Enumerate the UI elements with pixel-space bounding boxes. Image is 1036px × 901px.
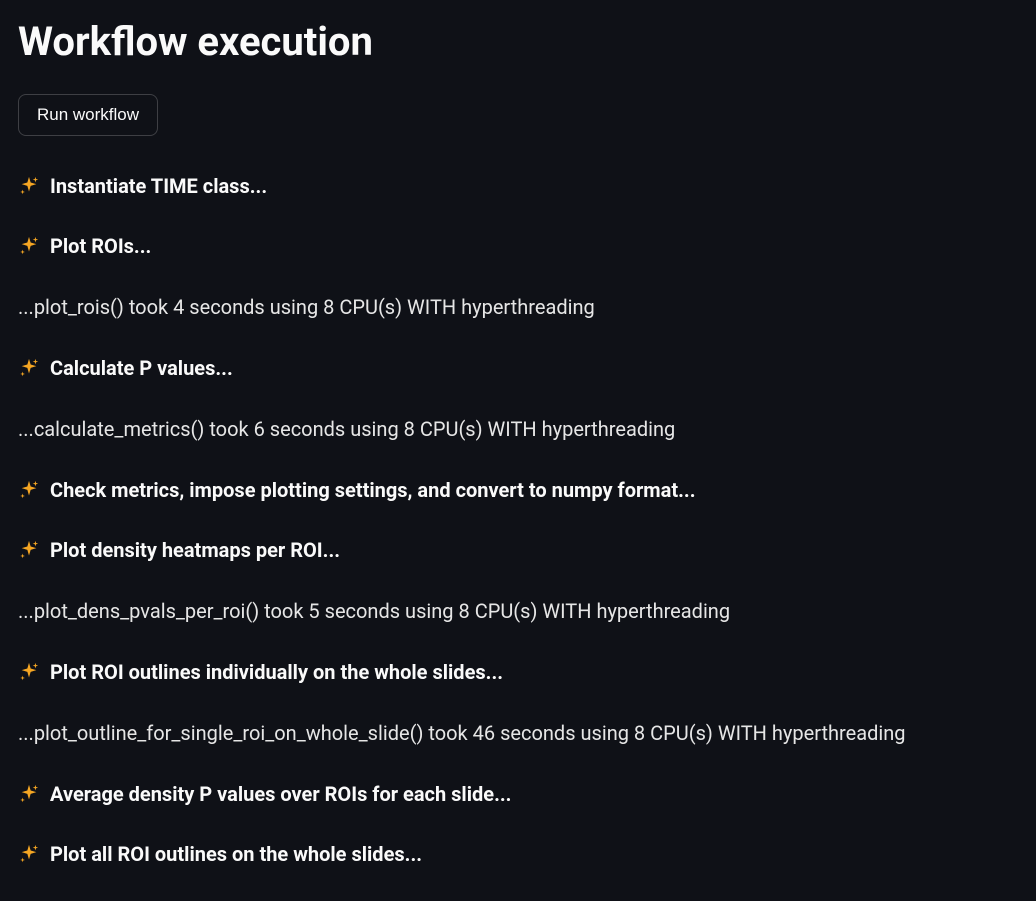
log-entry: Plot density heatmaps per ROI... [18,536,1018,564]
log-entry: ...plot_outline_for_single_roi_on_whole_… [18,718,1018,748]
log-entry: Calculate P values... [18,354,1018,382]
log-entry: Plot ROIs... [18,232,1018,260]
page-title: Workflow execution [18,18,1018,66]
step-label: Average density P values over ROIs for e… [50,780,511,808]
step-label: Instantiate TIME class... [50,172,267,200]
step-label: Plot ROIs... [50,232,151,260]
timing-output: ...plot_dens_pvals_per_roi() took 5 seco… [18,596,1018,626]
sparkle-icon [18,235,40,257]
sparkle-icon [18,175,40,197]
step-label: Plot density heatmaps per ROI... [50,536,340,564]
log-entry: ...calculate_metrics() took 6 seconds us… [18,414,1018,444]
sparkle-icon [18,783,40,805]
log-entry: Instantiate TIME class... [18,172,1018,200]
step-label: Check metrics, impose plotting settings,… [50,476,696,504]
timing-output: ...plot_rois() took 4 seconds using 8 CP… [18,292,1018,322]
workflow-step: Average density P values over ROIs for e… [18,780,1018,808]
step-label: Plot ROI outlines individually on the wh… [50,658,503,686]
step-label: Calculate P values... [50,354,233,382]
workflow-step: Instantiate TIME class... [18,172,1018,200]
sparkle-icon [18,843,40,865]
workflow-log: Instantiate TIME class... Plot ROIs......… [18,172,1018,868]
log-entry: ...plot_dens_pvals_per_roi() took 5 seco… [18,596,1018,626]
log-entry: Average density P values over ROIs for e… [18,780,1018,808]
timing-output: ...calculate_metrics() took 6 seconds us… [18,414,1018,444]
sparkle-icon [18,661,40,683]
step-label: Plot all ROI outlines on the whole slide… [50,840,422,868]
log-entry: Check metrics, impose plotting settings,… [18,476,1018,504]
log-entry: Plot ROI outlines individually on the wh… [18,658,1018,686]
workflow-step: Calculate P values... [18,354,1018,382]
workflow-step: Plot all ROI outlines on the whole slide… [18,840,1018,868]
workflow-step: Plot ROI outlines individually on the wh… [18,658,1018,686]
workflow-step: Check metrics, impose plotting settings,… [18,476,1018,504]
sparkle-icon [18,357,40,379]
sparkle-icon [18,539,40,561]
workflow-step: Plot ROIs... [18,232,1018,260]
timing-output: ...plot_outline_for_single_roi_on_whole_… [18,718,1018,748]
run-workflow-button[interactable]: Run workflow [18,94,158,136]
log-entry: ...plot_rois() took 4 seconds using 8 CP… [18,292,1018,322]
workflow-step: Plot density heatmaps per ROI... [18,536,1018,564]
sparkle-icon [18,479,40,501]
log-entry: Plot all ROI outlines on the whole slide… [18,840,1018,868]
